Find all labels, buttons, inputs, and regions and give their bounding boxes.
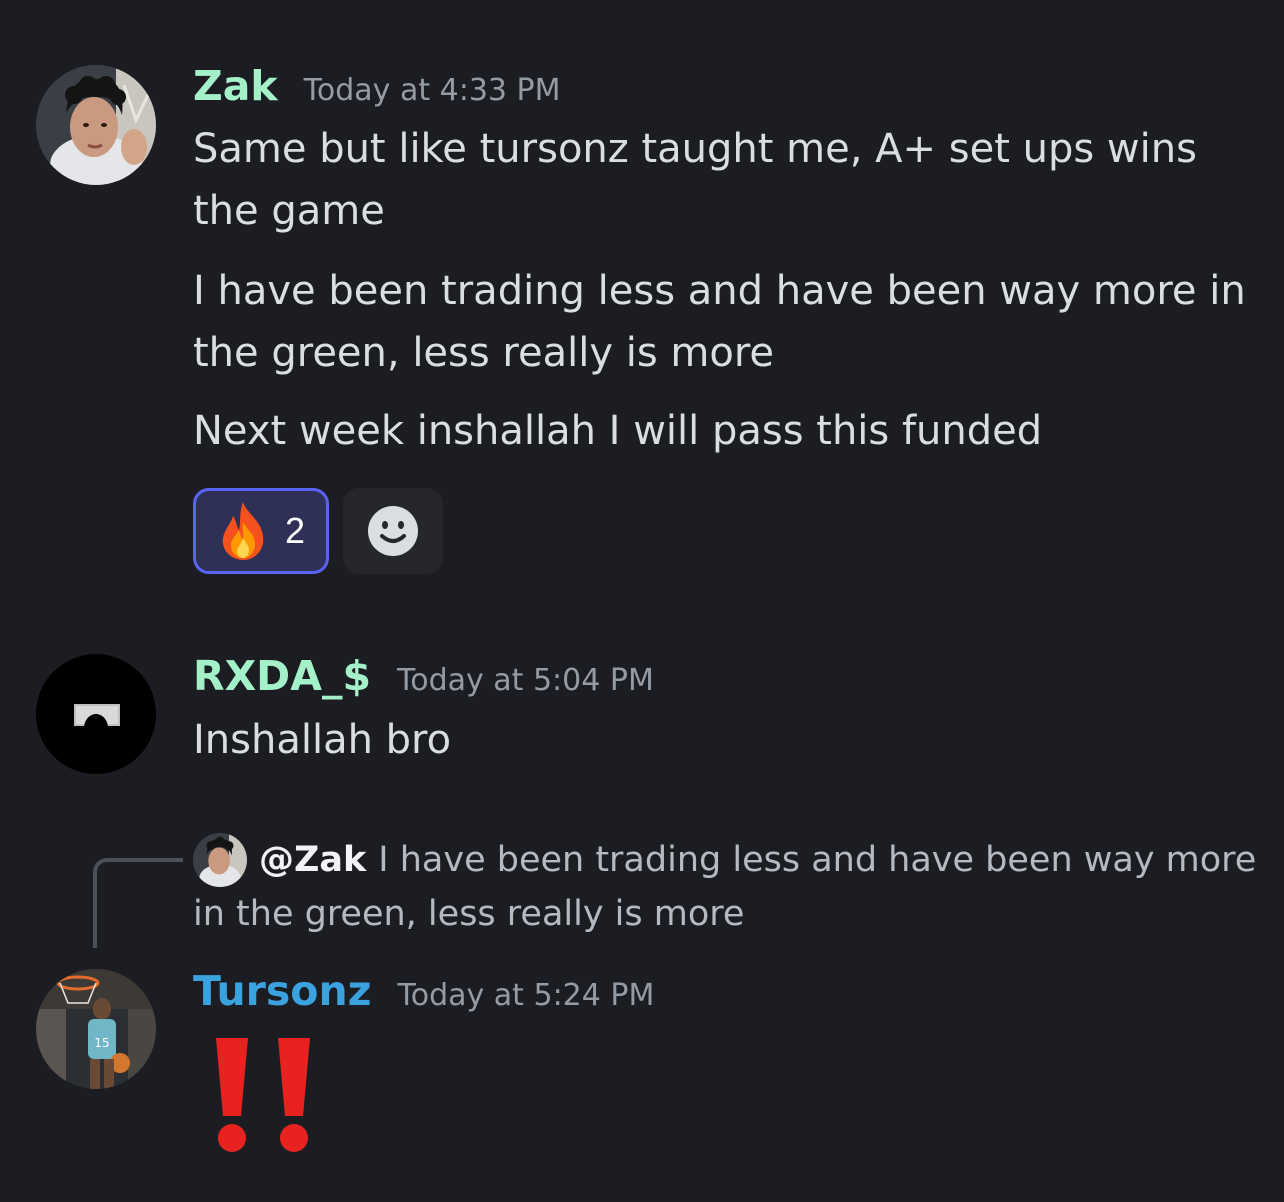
- username[interactable]: RXDA_$: [193, 652, 371, 700]
- avatar-zak[interactable]: [36, 65, 156, 185]
- smiley-icon: [367, 505, 419, 557]
- timestamp: Today at 5:24 PM: [397, 978, 655, 1013]
- message-text: Next week inshallah I will pass this fun…: [193, 408, 1043, 454]
- timestamp: Today at 5:04 PM: [396, 663, 654, 698]
- username[interactable]: Tursonz: [193, 967, 372, 1015]
- message-header: RXDA_$ Today at 5:04 PM: [193, 652, 654, 700]
- chat-messages: Zak Today at 4:33 PM Same but like turso…: [0, 0, 1284, 1202]
- timestamp: Today at 4:33 PM: [303, 73, 561, 108]
- message-text: Same but like tursonz taught me, A+ set …: [193, 126, 1197, 234]
- message-header: Tursonz Today at 5:24 PM: [193, 967, 654, 1015]
- reply-mention[interactable]: @Zak: [259, 840, 366, 880]
- message-text: I have been trading less and have been w…: [193, 268, 1246, 376]
- svg-text:15: 15: [94, 1036, 109, 1050]
- reply-preview[interactable]: @Zak I have been trading less and have be…: [193, 833, 1263, 941]
- add-reaction-button[interactable]: [343, 488, 443, 574]
- reply-connector: [93, 858, 183, 948]
- exclamation-icon: [214, 1038, 250, 1154]
- username[interactable]: Zak: [193, 62, 278, 110]
- avatar-rxda[interactable]: [36, 654, 156, 774]
- reaction-count: 2: [284, 510, 306, 551]
- message-header: Zak Today at 4:33 PM: [193, 62, 561, 110]
- exclamation-icon: [276, 1038, 312, 1154]
- avatar-tursonz[interactable]: 15: [36, 969, 156, 1089]
- message-text: Inshallah bro: [193, 717, 452, 763]
- fire-icon: [217, 500, 269, 562]
- reaction-fire[interactable]: 2: [193, 488, 329, 574]
